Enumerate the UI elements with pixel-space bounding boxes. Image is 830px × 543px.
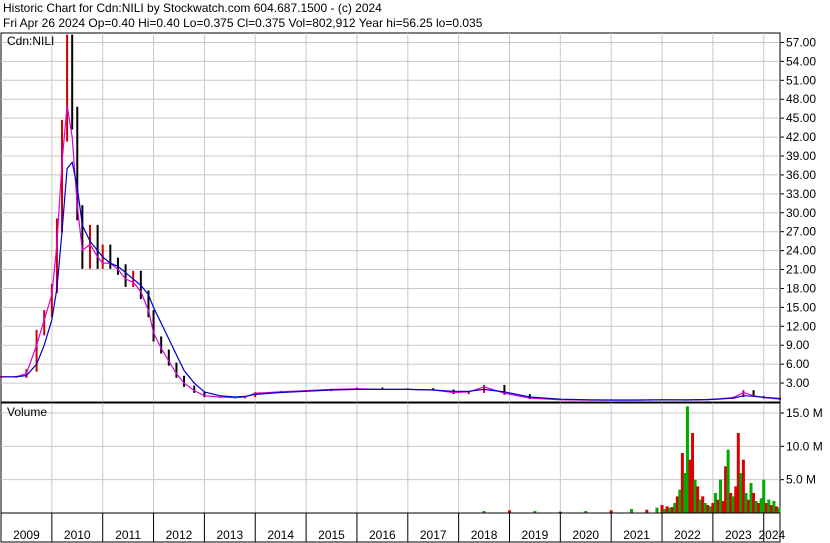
price-y-tick-label: 24.00 <box>786 244 816 258</box>
x-tick-label: 2014 <box>267 528 294 542</box>
volume-y-ticks: 15.0 M 10.0 M 5.0 M <box>780 406 823 487</box>
x-tick-label: 2017 <box>420 528 447 542</box>
x-tick-label: 2009 <box>13 528 40 542</box>
price-y-tick-label: 6.00 <box>786 357 810 371</box>
price-y-tick-label: 36.00 <box>786 168 816 182</box>
x-tick-label: 2016 <box>369 528 396 542</box>
price-y-tick-label: 39.00 <box>786 149 816 163</box>
x-tick-label: 2012 <box>166 528 193 542</box>
price-y-tick-label: 30.00 <box>786 206 816 220</box>
x-tick-label: 2011 <box>115 528 141 542</box>
price-y-tick-label: 9.00 <box>786 338 810 352</box>
price-y-tick-label: 15.00 <box>786 300 816 314</box>
stock-chart: 57.00 54.00 51.00 48.00 45.00 42.00 39.00 36.00… <box>0 32 823 543</box>
x-tick-label: 2020 <box>572 528 599 542</box>
price-y-tick-label: 57.00 <box>786 35 816 49</box>
volume-y-tick-label: 15.0 M <box>786 406 823 420</box>
volume-panel <box>0 402 781 514</box>
price-panel-title: Cdn:NILI <box>7 34 54 48</box>
price-panel <box>0 32 781 403</box>
price-y-tick-label: 54.00 <box>786 54 816 68</box>
x-tick-label: 2021 <box>623 528 650 542</box>
price-y-tick-label: 21.00 <box>786 263 816 277</box>
x-tick-label: 2023 <box>725 528 752 542</box>
volume-y-tick-label: 10.0 M <box>786 439 823 453</box>
x-tick-label: 2024 <box>759 528 786 542</box>
price-y-tick-label: 33.00 <box>786 187 816 201</box>
volume-panel-title: Volume <box>7 405 47 419</box>
price-y-tick-label: 3.00 <box>786 376 810 390</box>
price-y-tick-label: 42.00 <box>786 130 816 144</box>
price-y-tick-label: 48.00 <box>786 92 816 106</box>
price-y-tick-label: 18.00 <box>786 281 816 295</box>
x-tick-label: 2010 <box>64 528 91 542</box>
volume-bar <box>777 507 781 513</box>
volume-bar <box>655 507 659 513</box>
price-y-tick-label: 27.00 <box>786 225 816 239</box>
price-y-tick-label: 45.00 <box>786 111 816 125</box>
x-tick-label: 2022 <box>674 528 701 542</box>
x-tick-label: 2013 <box>216 528 243 542</box>
x-tick-label: 2015 <box>318 528 345 542</box>
price-y-ticks: 57.00 54.00 51.00 48.00 45.00 42.00 39.00 36.00… <box>780 35 816 390</box>
x-tick-label: 2018 <box>471 528 498 542</box>
price-y-tick-label: 51.00 <box>786 73 816 87</box>
price-y-tick-label: 12.00 <box>786 319 816 333</box>
x-tick-label: 2019 <box>522 528 549 542</box>
volume-y-tick-label: 5.0 M <box>786 473 816 487</box>
volume-bar <box>630 509 634 513</box>
